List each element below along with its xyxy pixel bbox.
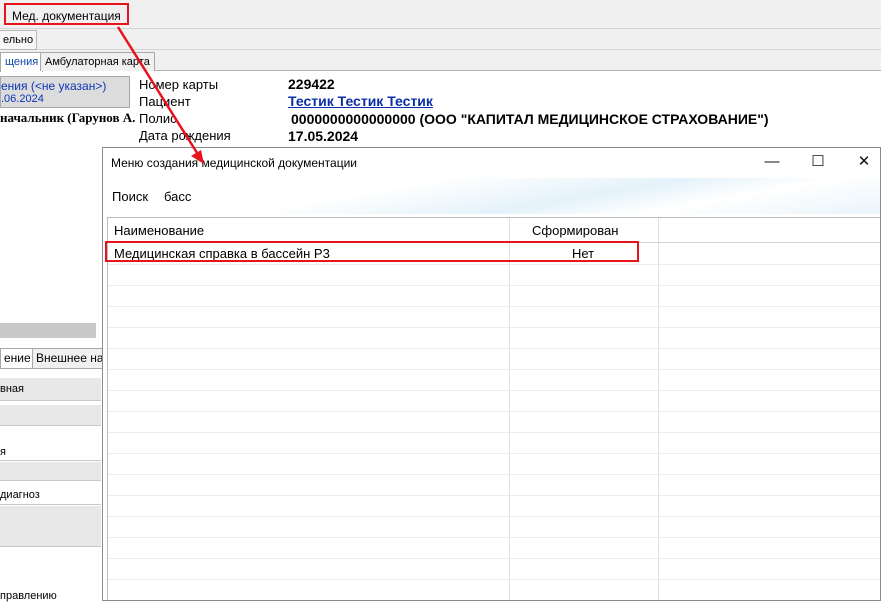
visit-date: .06.2024 — [1, 93, 44, 105]
menu-med-docs[interactable]: Мед. документация — [4, 3, 129, 25]
row-divider — [108, 495, 880, 496]
row-divider — [108, 537, 880, 538]
row-divider — [108, 264, 880, 265]
row-divider — [108, 453, 880, 454]
tab-external[interactable]: Внешнее на — [32, 348, 108, 368]
table-header: Наименование Сформирован — [108, 218, 880, 243]
horizontal-scrollbar[interactable] — [0, 323, 96, 338]
column-header-formed[interactable]: Сформирован — [532, 223, 618, 238]
row-divider — [108, 369, 880, 370]
column-header-name[interactable]: Наименование — [114, 223, 204, 238]
maximize-icon[interactable]: ☐ — [795, 148, 841, 178]
med-docs-dialog: Меню создания медицинской документации —… — [102, 147, 881, 601]
column-divider — [509, 218, 510, 600]
close-icon[interactable]: ✕ — [841, 148, 880, 178]
patient-link[interactable]: Тестик Тестик Тестик — [288, 93, 433, 109]
policy-label: Полис — [139, 111, 177, 126]
card-number-value: 229422 — [288, 76, 335, 92]
list-item[interactable]: диагноз — [0, 482, 101, 505]
row-highlight-annotation — [105, 241, 639, 262]
tab-referral[interactable]: ение — [0, 348, 35, 368]
search-bar: Поиск — [103, 178, 880, 214]
list-item — [0, 506, 101, 547]
patient-label: Пациент — [139, 94, 191, 109]
documents-table: Наименование Сформирован Медицинская спр… — [107, 217, 880, 600]
row-divider — [108, 558, 880, 559]
minimize-icon[interactable]: — — [749, 148, 795, 178]
row-divider — [108, 516, 880, 517]
row-divider — [108, 579, 880, 580]
list-item — [0, 462, 101, 481]
visit-line: ения (<не указан>) — [1, 79, 107, 93]
tab-ambulatory-card[interactable]: Амбулаторная карта — [40, 52, 155, 71]
dialog-titlebar: Меню создания медицинской документации —… — [103, 148, 880, 178]
dob-label: Дата рождения — [139, 128, 231, 143]
left-tabs: ение Внешнее на — [0, 346, 108, 369]
row-divider — [108, 390, 880, 391]
row-divider — [108, 285, 880, 286]
doctor-name: начальник (Гарунов А. — [0, 110, 136, 125]
row-divider — [108, 348, 880, 349]
main-tabs: щения Амбулаторная карта — [0, 50, 881, 72]
toolbar: ельно — [0, 29, 881, 50]
menu-bar: Мед. документация — [0, 0, 881, 29]
dob-value: 17.05.2024 — [288, 128, 359, 144]
list-item — [0, 405, 101, 426]
list-item[interactable]: вная — [0, 378, 101, 401]
policy-value: 0000000000000000 (ООО "КАПИТАЛ МЕДИЦИНСК… — [291, 111, 769, 127]
search-input[interactable] — [164, 185, 584, 207]
row-divider — [108, 327, 880, 328]
visit-selector[interactable]: ения (<не указан>) .06.2024 — [0, 76, 130, 108]
list-item[interactable]: я — [0, 438, 101, 461]
toolbar-button[interactable]: ельно — [0, 30, 38, 50]
list-item: правлению — [0, 590, 57, 602]
column-divider — [658, 218, 659, 600]
row-divider — [108, 432, 880, 433]
dialog-title: Меню создания медицинской документации — [111, 156, 357, 170]
row-divider — [108, 474, 880, 475]
tab-visits[interactable]: щения — [0, 52, 44, 72]
search-label: Поиск — [112, 189, 149, 204]
row-divider — [108, 306, 880, 307]
row-divider — [108, 411, 880, 412]
card-number-label: Номер карты — [139, 77, 219, 92]
